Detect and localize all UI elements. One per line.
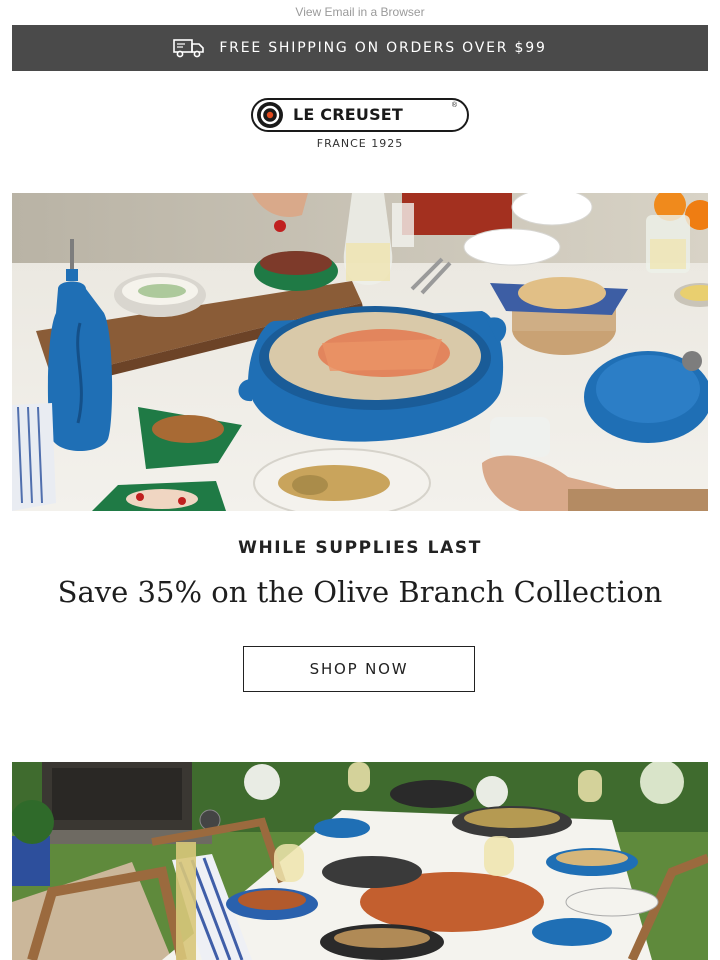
logo-mark-icon [257,102,283,128]
registered-mark: ® [451,102,457,109]
hero-image[interactable] [12,193,708,511]
secondary-image[interactable] [12,762,708,960]
promo-eyebrow: WHILE SUPPLIES LAST [238,538,482,558]
brand-tagline: FRANCE 1925 [316,137,404,150]
shipping-text: FREE SHIPPING ON ORDERS OVER $99 [219,40,547,56]
logo-pill: LE CREUSET ® [251,98,469,132]
brand-name: LE CREUSET [293,105,404,124]
shop-now-button[interactable]: SHOP NOW [243,646,475,692]
view-in-browser-link[interactable]: View Email in a Browser [0,5,720,19]
promo-headline: Save 35% on the Olive Branch Collection [57,575,663,609]
truck-icon [173,39,205,58]
free-shipping-banner[interactable]: FREE SHIPPING ON ORDERS OVER $99 [12,25,708,71]
brand-logo[interactable]: LE CREUSET ® [251,98,469,132]
